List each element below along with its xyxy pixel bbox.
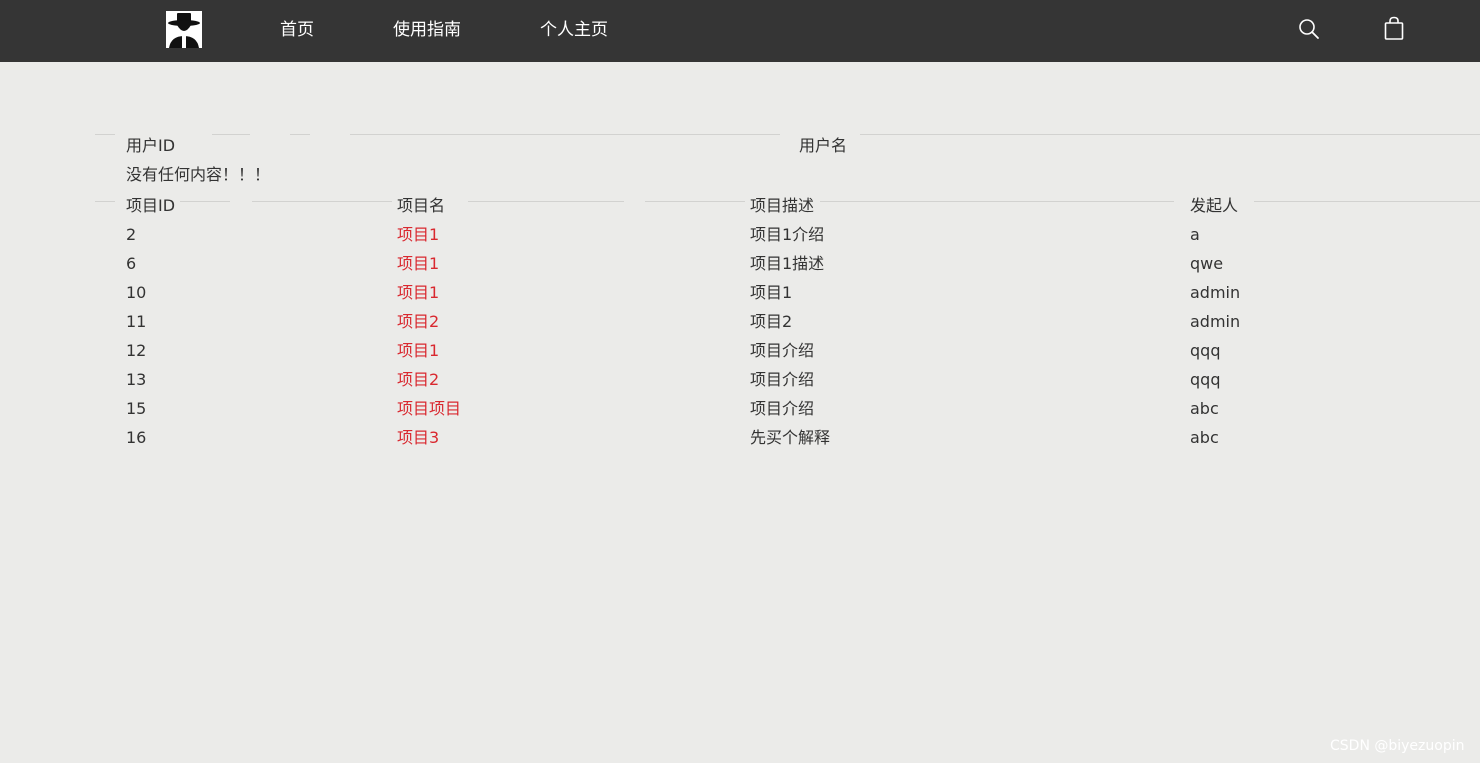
table-border [1254,201,1480,202]
user-table-header-name: 用户名 [799,136,848,155]
project-name-link[interactable]: 项目3 [397,427,439,449]
project-name-link[interactable]: 项目1 [397,340,439,362]
table-border [820,201,1174,202]
project-description-cell: 项目介绍 [750,370,815,389]
table-border [860,134,1480,135]
project-name-link[interactable]: 项目1 [397,224,439,246]
project-name-link[interactable]: 项目项目 [397,398,461,420]
project-table-header-initiator: 发起人 [1190,196,1239,215]
project-id-cell: 11 [126,312,147,331]
project-initiator-cell: qqq [1190,341,1221,360]
shopping-bag-icon[interactable] [1384,16,1404,41]
project-initiator-cell: abc [1190,428,1219,447]
project-name-link[interactable]: 项目1 [397,282,439,304]
project-name-link[interactable]: 项目2 [397,369,439,391]
table-border [212,134,250,135]
search-icon[interactable] [1298,18,1320,40]
table-border [468,201,624,202]
table-border [252,201,392,202]
table-border [350,134,780,135]
project-initiator-cell: abc [1190,399,1219,418]
project-id-cell: 2 [126,225,137,244]
project-table-header-description: 项目描述 [750,196,815,215]
project-name-link[interactable]: 项目1 [397,253,439,275]
table-border [290,134,310,135]
project-table-header-name: 项目名 [397,196,446,215]
project-description-cell: 项目1 [750,283,793,302]
project-description-cell: 先买个解释 [750,428,831,447]
project-id-cell: 12 [126,341,147,360]
hat-person-logo-icon [166,11,202,48]
project-description-cell: 项目2 [750,312,793,331]
top-navbar: 首页 使用指南 个人主页 [0,0,1480,62]
project-id-cell: 6 [126,254,137,273]
project-id-cell: 10 [126,283,147,302]
empty-message: 没有任何内容！！！ [126,165,271,184]
project-description-cell: 项目介绍 [750,399,815,418]
project-id-cell: 15 [126,399,147,418]
project-id-cell: 13 [126,370,147,389]
project-name-link[interactable]: 项目2 [397,311,439,333]
project-table-header-id: 项目ID [126,196,176,215]
user-table-header-id: 用户ID [126,136,176,155]
nav-link-home[interactable]: 首页 [280,18,314,42]
table-border [180,201,230,202]
project-description-cell: 项目1介绍 [750,225,825,244]
project-initiator-cell: admin [1190,312,1241,331]
project-initiator-cell: a [1190,225,1200,244]
table-border [95,134,115,135]
project-initiator-cell: qqq [1190,370,1221,389]
table-border [645,201,745,202]
project-description-cell: 项目1描述 [750,254,825,273]
project-id-cell: 16 [126,428,147,447]
table-border [95,201,115,202]
site-logo[interactable] [166,11,202,48]
project-description-cell: 项目介绍 [750,341,815,360]
nav-link-profile[interactable]: 个人主页 [540,18,608,42]
watermark: CSDN @biyezuopin [1330,738,1465,754]
project-initiator-cell: admin [1190,283,1241,302]
nav-link-guide[interactable]: 使用指南 [393,18,461,42]
project-initiator-cell: qwe [1190,254,1224,273]
